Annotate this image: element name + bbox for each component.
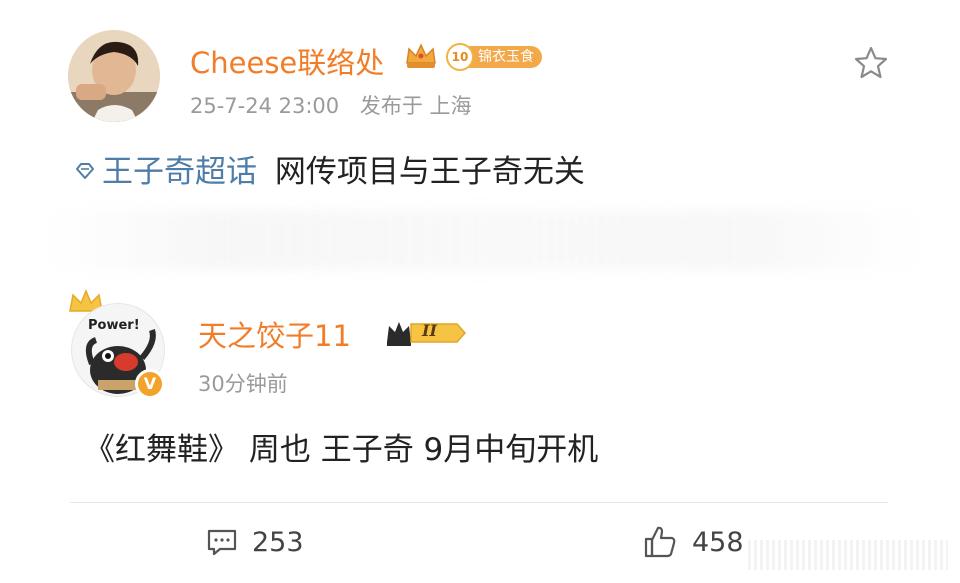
topic-link[interactable]: 王子奇超话 — [74, 154, 267, 190]
divider — [70, 502, 888, 503]
favorite-star-icon[interactable] — [852, 44, 890, 82]
reply-text: 《红舞鞋》 周也 王子奇 9月中旬开机 — [84, 432, 599, 468]
comment-button[interactable]: 253 — [206, 522, 304, 562]
topic-label: 王子奇超话 — [102, 154, 257, 190]
verified-badge: V — [135, 369, 165, 399]
thumbs-up-icon — [644, 526, 676, 558]
author-avatar[interactable] — [68, 30, 160, 122]
super-topic-icon — [76, 162, 94, 179]
post-location: 发布于 上海 — [359, 94, 472, 118]
like-button[interactable]: 458 — [642, 522, 744, 562]
comment-icon — [207, 529, 237, 556]
post-text: 网传项目与王子奇无关 — [274, 154, 585, 190]
post-body: 王子奇超话 网传项目与王子奇无关 — [74, 146, 585, 191]
watermark — [748, 540, 948, 570]
original-post: Cheese联络处 锦衣玉食 10 25-7-24 23:00 发布于 上海 王… — [0, 0, 960, 290]
post-timestamp: 25-7-24 23:00 — [190, 94, 340, 118]
like-count: 458 — [692, 526, 744, 558]
author-name[interactable]: Cheese联络处 — [190, 40, 384, 82]
blurred-text — [44, 210, 924, 270]
fan-level-title: 锦衣玉食 — [468, 46, 542, 68]
reply-time: 30分钟前 — [198, 372, 288, 396]
crown-icon — [406, 43, 436, 68]
fan-level-badge[interactable]: 锦衣玉食 10 — [440, 43, 552, 71]
comment-count: 253 — [252, 526, 304, 558]
rank-label: II — [422, 321, 437, 340]
reply-author-name[interactable]: 天之饺子11 — [198, 313, 351, 355]
post-meta: 25-7-24 23:00 发布于 上海 — [190, 90, 472, 120]
fan-level-number: 10 — [446, 43, 474, 71]
